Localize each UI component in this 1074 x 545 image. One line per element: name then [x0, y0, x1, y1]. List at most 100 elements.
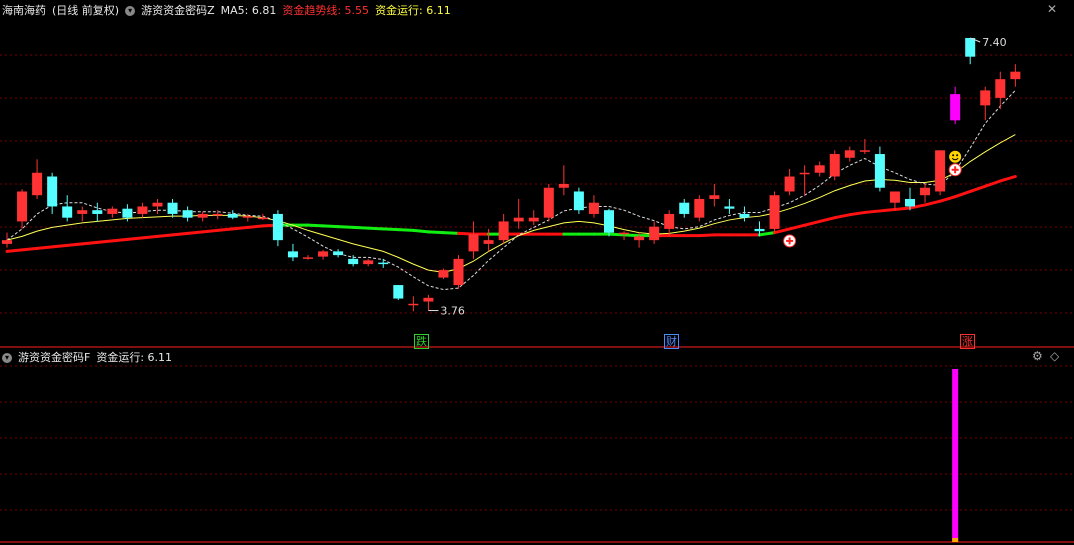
candle-body [769, 195, 780, 229]
indicator-menu-icon[interactable]: ▾ [125, 6, 136, 16]
diamond-icon[interactable]: ◇ [1050, 349, 1059, 363]
candle-body [754, 228, 765, 232]
candlestick-chart: 3.76 7.40 [0, 36, 1074, 543]
candle-body [634, 236, 645, 241]
candle-body [77, 210, 88, 214]
candle-body [588, 202, 599, 214]
run-value: 资金运行: 6.11 [375, 4, 451, 17]
candle-body [303, 257, 313, 259]
smiley-eye [952, 154, 955, 157]
trend-line-segment [381, 227, 400, 232]
candle-body [363, 260, 374, 265]
candle-body [242, 216, 253, 218]
trend-line-segment [848, 210, 867, 217]
candle-body [799, 172, 810, 175]
candle-body [604, 210, 614, 233]
candle-body [573, 191, 584, 211]
candle-body [694, 198, 705, 218]
close-icon[interactable]: ✕ [1047, 2, 1057, 16]
trend-line-segment [336, 225, 355, 229]
candle-body [498, 221, 509, 241]
trend-line-segment [938, 195, 957, 203]
smiley-eye [956, 154, 959, 157]
candle-body [814, 165, 825, 173]
trend-line-segment [773, 227, 792, 235]
trend-line-segment [216, 227, 235, 232]
trend-line-segment [411, 228, 430, 234]
trend-line-segment [171, 231, 190, 237]
trend-line-segment [758, 231, 777, 237]
candle-body [724, 206, 735, 209]
candle-body [408, 303, 419, 306]
candle-body [965, 37, 976, 57]
candle-body [272, 213, 283, 241]
candle-body [348, 258, 359, 265]
candle-body [453, 258, 464, 286]
candle-body [558, 183, 569, 188]
trend-line-segment [321, 224, 340, 229]
trend-line-segment [697, 233, 716, 238]
signal-up-label: 涨 [960, 334, 975, 349]
candle-body [513, 217, 524, 222]
main-header: 海南海药 (日线 前复权) ▾ 游资资金密码Z MA5: 6.81 资金趋势线: 5.55… [2, 2, 457, 20]
stock-name[interactable]: 海南海药 [2, 4, 46, 17]
candle-body [543, 187, 554, 218]
candle-body [423, 297, 434, 302]
trend-line-segment [998, 175, 1017, 183]
candle-body [859, 150, 870, 152]
trend-line-segment [156, 233, 175, 238]
trend-line-segment [788, 223, 807, 231]
trend-line-segment [80, 240, 99, 246]
candle-body [844, 150, 855, 158]
signal-wealth-label: 财 [664, 334, 679, 349]
sub-indicator-menu-icon[interactable]: ▾ [2, 353, 12, 363]
trend-line-segment [953, 189, 972, 199]
trend-line-segment [396, 228, 415, 232]
indicator-main-name[interactable]: 游资资金密码Z [141, 4, 215, 17]
trend-line-segment [95, 239, 114, 244]
trend-line-segment [457, 231, 476, 236]
candle-body [107, 208, 118, 214]
trend-line-segment [5, 248, 24, 253]
candle-body [995, 79, 1006, 98]
candle-body [889, 191, 900, 203]
candle-body [468, 234, 479, 252]
candle-body [47, 176, 58, 207]
trend-line-segment [441, 231, 460, 235]
candle-body [287, 251, 298, 258]
candle-body [167, 202, 178, 214]
period-label[interactable]: (日线 前复权) [52, 4, 119, 17]
trend-line-segment [246, 224, 265, 229]
candle-body [528, 217, 539, 222]
candle-body [333, 251, 344, 256]
trend-line-segment [622, 233, 641, 238]
candle-body [739, 213, 750, 218]
indicator-sub-name[interactable]: 游资资金密码F [18, 351, 90, 364]
trend-line-segment [983, 179, 1002, 188]
low-price-label: 3.76 [440, 305, 465, 318]
ma5-line [6, 90, 1016, 291]
candle-body [905, 198, 915, 207]
candle-body [92, 210, 103, 214]
trend-line-segment [833, 213, 852, 220]
gear-icon[interactable]: ⚙ [1032, 349, 1043, 363]
candle-body [980, 90, 991, 106]
candle-body [2, 240, 12, 244]
candle-body [318, 251, 329, 257]
candle-body [62, 206, 73, 218]
candle-body [619, 232, 630, 235]
trend-line-segment [863, 209, 882, 214]
trend-line-segment [426, 230, 445, 235]
trend-line-segment [893, 206, 912, 211]
sub-spike-bar [952, 369, 959, 541]
trend-value: 资金趋势线: 5.55 [282, 4, 370, 17]
trend-line-segment [231, 225, 250, 231]
candle-body [32, 172, 43, 196]
candle-body [152, 202, 163, 207]
candle-body [393, 285, 404, 299]
candle-body [829, 154, 840, 177]
candle-body [664, 213, 675, 229]
candle-body [950, 94, 961, 121]
trend-line-segment [186, 230, 205, 235]
candle-body [649, 226, 660, 241]
